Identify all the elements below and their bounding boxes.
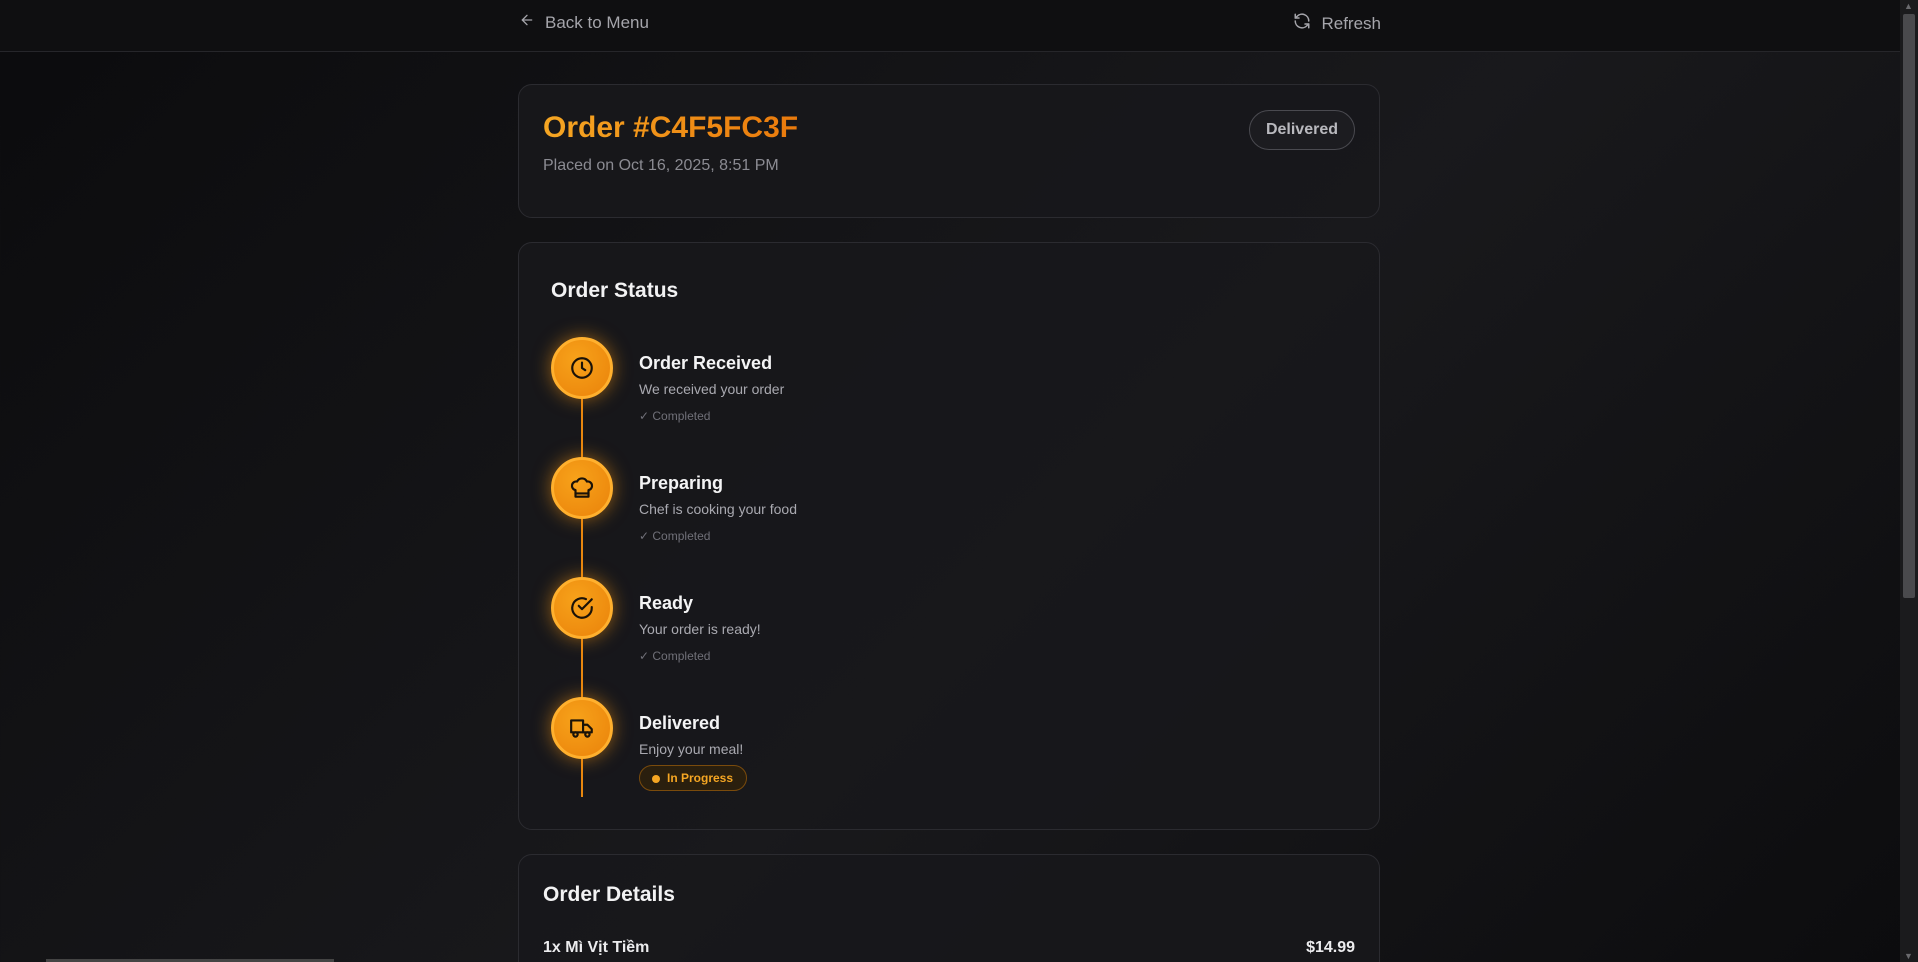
top-bar: Back to Menu Refresh: [0, 0, 1900, 52]
back-to-menu-button[interactable]: Back to Menu: [519, 12, 649, 33]
status-step-preparing: Preparing Chef is cooking your food ✓ Co…: [551, 457, 1331, 577]
scrollbar-thumb[interactable]: [1903, 14, 1915, 598]
arrow-left-icon: [519, 12, 535, 33]
step-title: Delivered: [639, 713, 721, 733]
check-circle-icon: [551, 577, 613, 639]
step-description: We received your order: [639, 381, 785, 397]
step-description: Your order is ready!: [639, 621, 761, 637]
order-details-title: Order Details: [543, 883, 675, 906]
vertical-scrollbar[interactable]: ▲ ▼: [1900, 0, 1918, 962]
status-step-received: Order Received We received your order ✓ …: [551, 337, 1331, 457]
chef-hat-icon: [551, 457, 613, 519]
step-state: ✓ Completed: [639, 409, 711, 423]
in-progress-badge: In Progress: [639, 765, 748, 791]
order-placed-date: Placed on Oct 16, 2025, 8:51 PM: [543, 157, 779, 174]
refresh-icon: [1293, 12, 1311, 35]
scroll-up-icon[interactable]: ▲: [1904, 1, 1913, 11]
scroll-down-icon[interactable]: ▼: [1904, 951, 1913, 961]
order-item-price: $14.99: [1306, 939, 1355, 956]
truck-icon: [551, 697, 613, 759]
status-step-delivered: Delivered Enjoy your meal! In Progress: [551, 697, 1331, 817]
order-details-card: Order Details 1x Mì Vịt Tiềm $14.99: [518, 854, 1380, 962]
timeline-connector: [581, 639, 583, 697]
refresh-button[interactable]: Refresh: [1293, 12, 1381, 35]
refresh-label: Refresh: [1321, 13, 1381, 33]
timeline-connector: [581, 759, 583, 797]
step-state: ✓ Completed: [639, 529, 711, 543]
timeline-connector: [581, 519, 583, 577]
order-item-name: 1x Mì Vịt Tiềm: [543, 939, 650, 956]
order-summary-card: Order #C4F5FC3F Placed on Oct 16, 2025, …: [518, 84, 1380, 218]
step-description: Chef is cooking your food: [639, 501, 797, 517]
clock-icon: [551, 337, 613, 399]
order-title: Order #C4F5FC3F: [543, 111, 799, 144]
step-title: Preparing: [639, 473, 724, 493]
timeline-connector: [581, 399, 583, 457]
order-status-badge: Delivered: [1248, 110, 1355, 150]
status-step-ready: Ready Your order is ready! ✓ Completed: [551, 577, 1331, 697]
order-status-title: Order Status: [551, 279, 679, 302]
step-description: Enjoy your meal!: [639, 741, 744, 757]
step-state: ✓ Completed: [639, 649, 711, 663]
back-to-menu-label: Back to Menu: [545, 12, 649, 32]
order-status-card: Order Status Order Received We received …: [518, 242, 1380, 830]
step-title: Ready: [639, 593, 694, 613]
step-title: Order Received: [639, 353, 773, 373]
